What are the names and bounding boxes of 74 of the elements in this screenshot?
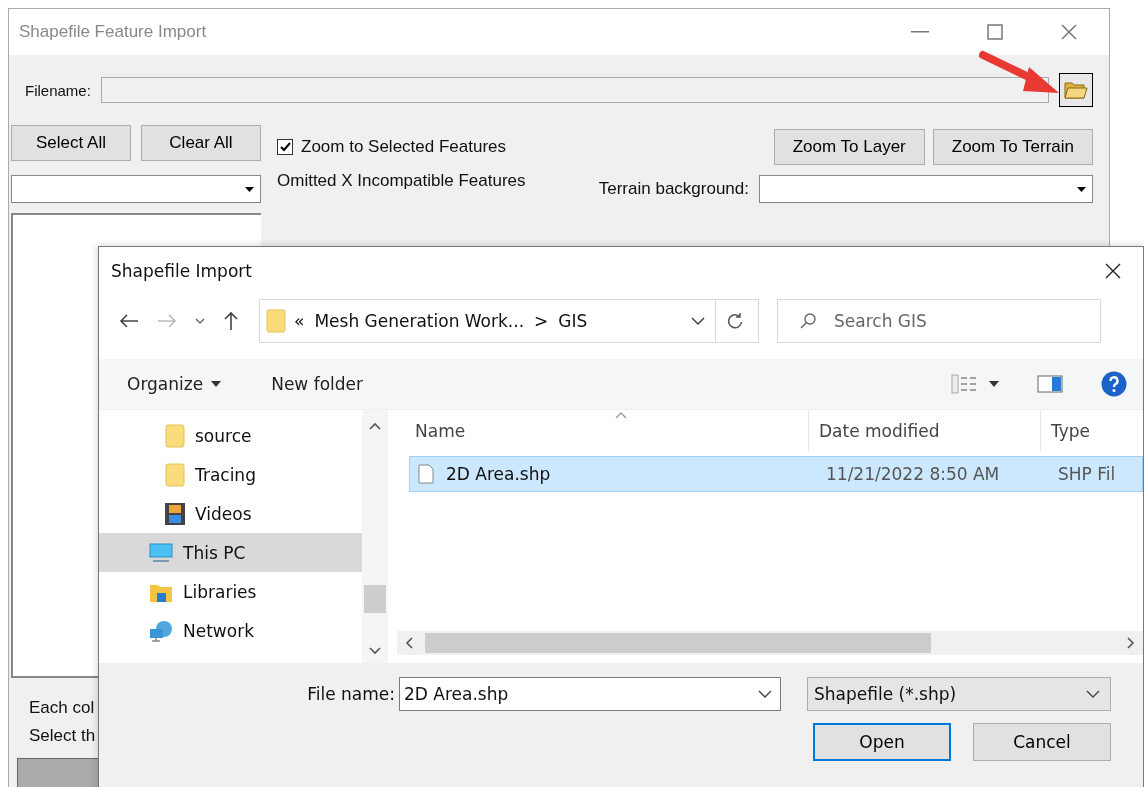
scrollbar-thumb[interactable]: [364, 584, 386, 613]
instruction-text: Select th: [29, 726, 97, 746]
film-icon: [165, 502, 185, 525]
terrain-label: Terrain background:: [598, 179, 749, 199]
caret-icon: [244, 186, 254, 192]
path-segment[interactable]: Mesh Generation Work...: [314, 311, 525, 331]
file-date: 11/21/2022 8:50 AM: [825, 464, 1001, 484]
sort-icon: [615, 412, 627, 419]
refresh-icon[interactable]: [726, 312, 744, 330]
navigation-item[interactable]: Tracing: [99, 455, 362, 494]
folder-icon: [1064, 80, 1088, 100]
zoom-checkbox[interactable]: Zoom to Selected Features: [277, 137, 526, 157]
column-header[interactable]: Name: [397, 410, 809, 452]
network-icon: [149, 619, 173, 642]
address-bar[interactable]: « Mesh Generation Work... > GIS: [259, 299, 759, 343]
preview-pane-icon[interactable]: [1037, 375, 1063, 393]
caret-icon: [211, 381, 222, 387]
folder-icon: [165, 462, 185, 487]
navigation-item[interactable]: Libraries: [99, 572, 362, 611]
scroll-down-icon[interactable]: [369, 647, 381, 655]
computer-icon: [149, 542, 173, 563]
omitted-features-text: Omitted X Incompatible Features: [277, 171, 526, 191]
file-type: SHP Fil: [1057, 464, 1117, 484]
instruction-text: Each col: [29, 698, 96, 718]
column-header[interactable]: Date modified: [809, 410, 1041, 452]
folder-icon: [165, 423, 185, 448]
navigation-item[interactable]: Videos: [99, 494, 362, 533]
cancel-button[interactable]: Cancel: [973, 723, 1111, 761]
close-icon[interactable]: [1105, 263, 1121, 279]
chevron-down-icon: [758, 690, 772, 698]
chevron-down-icon[interactable]: [691, 317, 705, 325]
scrollbar-thumb[interactable]: [425, 633, 931, 653]
path-separator: >: [534, 311, 549, 331]
scroll-right-icon[interactable]: [1127, 637, 1135, 649]
file-row[interactable]: 2D Area.shp 11/21/2022 8:50 AM SHP Fil: [409, 456, 1143, 492]
navigation-item[interactable]: Network: [99, 611, 362, 650]
checkmark-icon: [279, 142, 291, 152]
browse-button[interactable]: [1059, 73, 1093, 107]
chevron-down-icon: [1086, 690, 1100, 698]
zoom-to-terrain-button[interactable]: Zoom To Terrain: [932, 129, 1093, 165]
filename-field[interactable]: [100, 77, 1049, 103]
search-field[interactable]: Search GIS: [777, 299, 1101, 343]
new-folder-button[interactable]: New folder: [263, 374, 371, 394]
up-icon[interactable]: [223, 311, 239, 331]
scroll-left-icon[interactable]: [405, 637, 413, 649]
terrain-dropdown[interactable]: [759, 175, 1093, 203]
navigation-item[interactable]: This PC: [99, 533, 362, 572]
navigation-item[interactable]: source: [99, 416, 362, 455]
open-button[interactable]: Open: [813, 723, 951, 761]
file-name: 2D Area.shp: [446, 464, 551, 484]
file-name-field[interactable]: 2D Area.shp: [399, 677, 781, 711]
path-segment[interactable]: GIS: [558, 311, 588, 331]
filename-label: Filename:: [25, 81, 91, 99]
path-prefix: «: [294, 311, 305, 331]
window-title: Shapefile Feature Import: [19, 22, 208, 42]
select-all-button[interactable]: Select All: [11, 125, 131, 161]
column-header[interactable]: Type: [1041, 410, 1143, 452]
file-icon: [418, 464, 434, 484]
help-icon[interactable]: [1101, 371, 1127, 397]
file-name-label: File name:: [307, 684, 395, 704]
back-icon[interactable]: [119, 313, 139, 329]
layer-dropdown[interactable]: [11, 175, 261, 203]
scroll-up-icon[interactable]: [369, 422, 381, 430]
caret-icon[interactable]: [989, 381, 999, 387]
file-type-dropdown[interactable]: Shapefile (*.shp): [807, 677, 1111, 711]
organize-button[interactable]: Organize: [119, 374, 230, 394]
zoom-to-layer-button[interactable]: Zoom To Layer: [773, 129, 925, 165]
maximize-icon[interactable]: [987, 24, 1003, 40]
clear-all-button[interactable]: Clear All: [141, 125, 261, 161]
chevron-down-icon[interactable]: [195, 318, 205, 324]
search-icon: [799, 312, 817, 330]
folder-icon: [266, 309, 286, 333]
dialog-title: Shapefile Import: [111, 261, 252, 281]
caret-icon: [1076, 186, 1086, 192]
